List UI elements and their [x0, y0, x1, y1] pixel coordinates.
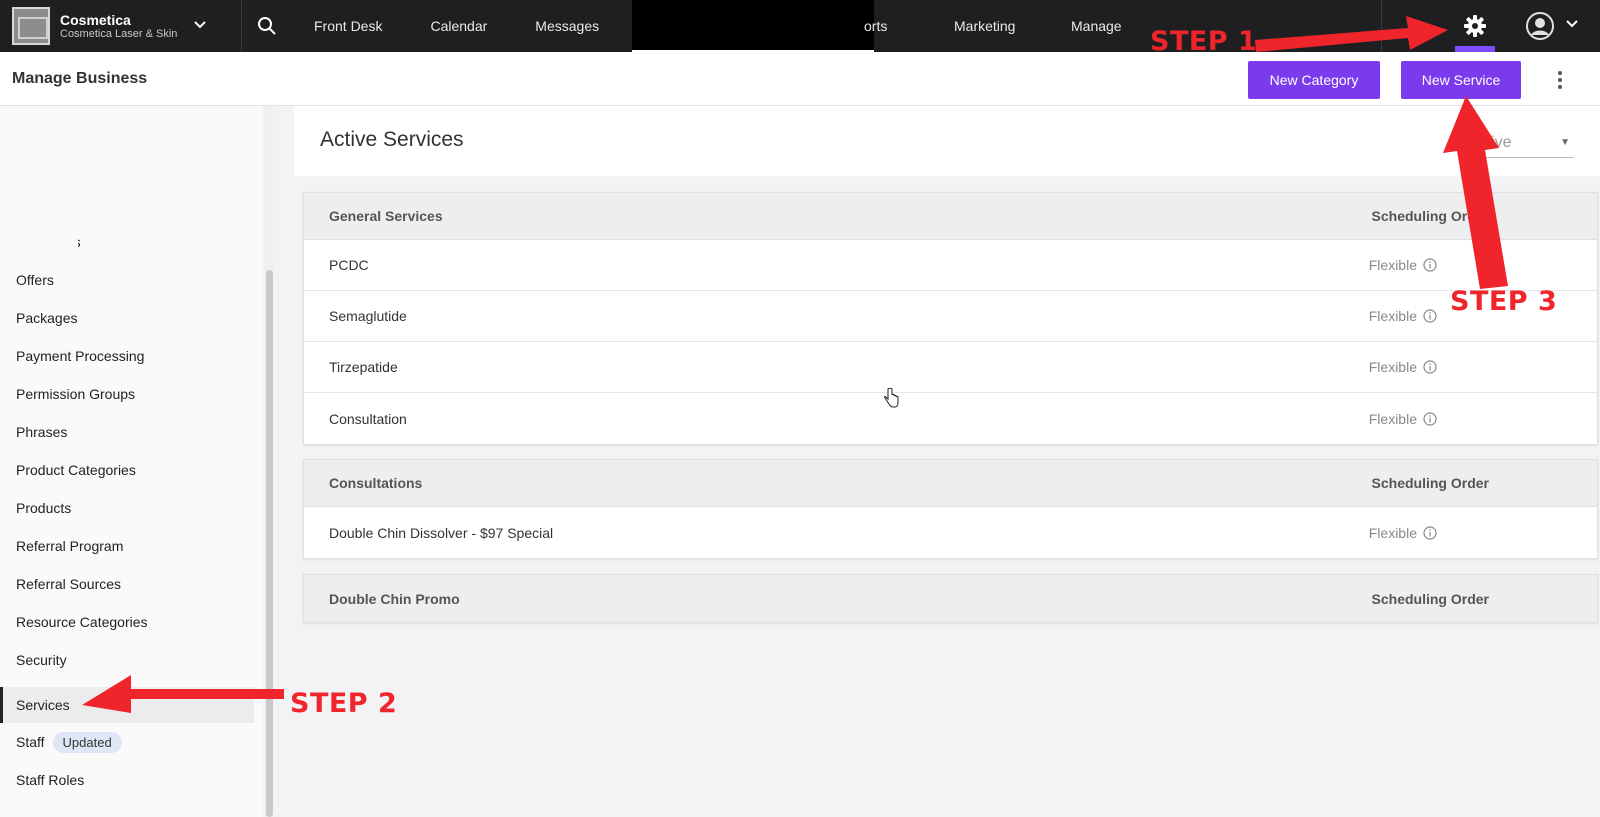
scheduling-order-label: Scheduling Order: [1371, 475, 1489, 491]
page-header: Manage Business New Category New Service: [0, 52, 1600, 106]
group-header[interactable]: Consultations Scheduling Order: [304, 460, 1597, 507]
account-chevron-icon[interactable]: [1565, 17, 1579, 36]
new-category-button[interactable]: New Category: [1248, 61, 1380, 99]
scheduling-mode: Flexible: [1368, 359, 1417, 375]
group-name: Double Chin Promo: [329, 590, 460, 607]
sidebar-item-label: Staff: [16, 734, 45, 750]
sidebar-item-permission-groups[interactable]: Permission Groups: [0, 376, 254, 412]
info-icon[interactable]: [1423, 525, 1437, 540]
info-icon[interactable]: [1423, 360, 1437, 374]
service-group-double-chin-promo: Double Chin Promo Scheduling Order: [303, 574, 1598, 623]
redacted-area: [0, 186, 78, 222]
table-row[interactable]: Tirzepatide Flexible: [304, 342, 1597, 393]
step3-label: STEP 3: [1450, 286, 1558, 317]
info-icon[interactable]: [1423, 411, 1437, 426]
table-row[interactable]: Consultation Flexible: [304, 393, 1597, 444]
services-header: Active Services Active ▼: [294, 106, 1600, 176]
gear-icon[interactable]: [1455, 0, 1495, 52]
sidebar-item-packages[interactable]: Packages: [0, 300, 254, 336]
sidebar-item-staff[interactable]: Staff Updated: [0, 724, 254, 760]
section-title: Active Services: [320, 128, 464, 151]
nav-divider: [1381, 0, 1382, 52]
service-group-general: General Services Scheduling Order PCDC F…: [303, 192, 1598, 445]
sidebar-item-referral-sources[interactable]: Referral Sources: [0, 566, 254, 602]
sidebar-item-services[interactable]: Services: [0, 687, 254, 723]
updated-badge: Updated: [52, 731, 122, 753]
sidebar-item-products[interactable]: Products: [0, 490, 254, 526]
group-name: Consultations: [329, 475, 423, 491]
scheduling-order-label: Scheduling Order: [1371, 208, 1489, 224]
info-icon[interactable]: [1423, 309, 1437, 323]
status-filter-select[interactable]: Active ▼: [1464, 128, 1574, 158]
business-logo: [12, 7, 50, 45]
nav-messages[interactable]: Messages: [511, 0, 623, 52]
service-name: PCDC: [329, 257, 369, 273]
sidebar: nd Charts ls s ship Plans Offers Package…: [0, 106, 263, 817]
table-row[interactable]: Semaglutide Flexible: [304, 291, 1597, 342]
scheduling-mode: Flexible: [1368, 524, 1417, 541]
scheduling-mode: Flexible: [1368, 308, 1417, 324]
step2-label: STEP 2: [290, 688, 398, 719]
kebab-icon[interactable]: [1550, 69, 1570, 91]
table-row[interactable]: Double Chin Dissolver - $97 Special Flex…: [304, 507, 1597, 558]
sidebar-item-payment-processing[interactable]: Payment Processing: [0, 338, 254, 374]
service-group-consultations: Consultations Scheduling Order Double Ch…: [303, 459, 1598, 559]
group-name: General Services: [329, 208, 443, 224]
hand-cursor-icon: [884, 388, 899, 408]
chevron-down-icon[interactable]: [193, 18, 207, 35]
scheduling-mode: Flexible: [1368, 257, 1417, 273]
scheduling-mode: Flexible: [1368, 410, 1417, 427]
sidebar-item-staff-roles[interactable]: Staff Roles: [0, 762, 254, 798]
nav-manage[interactable]: Manage: [1071, 0, 1122, 52]
redacted-area: [0, 224, 78, 260]
search-icon[interactable]: [242, 0, 292, 52]
sidebar-item-referral-program[interactable]: Referral Program: [0, 528, 254, 564]
step1-label: STEP 1: [1150, 26, 1258, 57]
business-name: Cosmetica: [60, 11, 131, 28]
business-subtitle: Cosmetica Laser & Skin: [60, 27, 178, 40]
info-icon[interactable]: [1423, 258, 1437, 272]
nav-reports[interactable]: orts: [864, 0, 887, 52]
group-header[interactable]: Double Chin Promo Scheduling Order: [304, 575, 1597, 622]
redacted-area: [632, 0, 874, 50]
business-switcher[interactable]: Cosmetica Cosmetica Laser & Skin: [0, 0, 242, 52]
service-name: Double Chin Dissolver - $97 Special: [329, 524, 554, 541]
filter-value: Active: [1468, 133, 1512, 151]
scheduling-order-label: Scheduling Order: [1371, 590, 1489, 607]
sidebar-item-product-categories[interactable]: Product Categories: [0, 452, 254, 488]
sidebar-item-phrases[interactable]: Phrases: [0, 414, 254, 450]
group-header[interactable]: General Services Scheduling Order: [304, 193, 1597, 240]
sidebar-item-security[interactable]: Security: [0, 642, 254, 678]
redacted-area: [0, 110, 90, 146]
caret-down-icon: ▼: [1560, 137, 1570, 148]
sidebar-item-offers[interactable]: Offers: [0, 262, 254, 298]
sidebar-scroll-thumb[interactable]: [266, 270, 273, 817]
nav-marketing[interactable]: Marketing: [954, 0, 1015, 52]
new-service-button[interactable]: New Service: [1401, 61, 1521, 99]
service-name: Semaglutide: [329, 308, 407, 324]
nav-front-desk[interactable]: Front Desk: [292, 0, 406, 52]
user-circle-icon[interactable]: [1525, 11, 1555, 41]
service-name: Tirzepatide: [329, 359, 398, 375]
table-row[interactable]: PCDC Flexible: [304, 240, 1597, 291]
nav-calendar[interactable]: Calendar: [406, 0, 511, 52]
sidebar-item-resource-categories[interactable]: Resource Categories: [0, 604, 254, 640]
service-name: Consultation: [329, 410, 407, 427]
redacted-area: [0, 148, 78, 184]
page-title: Manage Business: [12, 70, 148, 87]
